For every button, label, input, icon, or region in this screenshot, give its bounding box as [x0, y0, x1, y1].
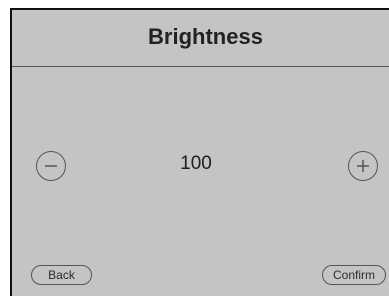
minus-icon: [45, 165, 57, 167]
header-divider: [12, 66, 389, 67]
brightness-value: 100: [180, 153, 212, 174]
header: Brightness: [12, 10, 389, 66]
decrease-button[interactable]: [36, 151, 66, 181]
confirm-button[interactable]: Confirm: [322, 265, 386, 285]
increase-button[interactable]: [348, 151, 378, 181]
plus-icon: [357, 160, 369, 172]
brightness-screen: Brightness 100 Back Confirm: [10, 8, 389, 296]
page-title: Brightness: [148, 24, 263, 49]
back-button[interactable]: Back: [31, 265, 92, 285]
